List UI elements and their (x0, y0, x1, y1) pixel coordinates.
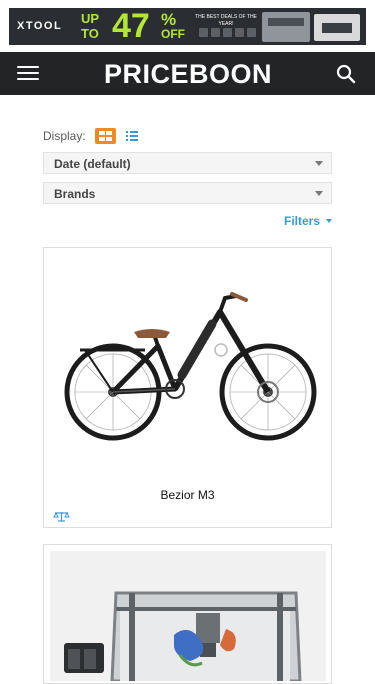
ad-product-image-2 (314, 14, 360, 41)
ad-banner-container: XTOOL UP TO 47 % OFF THE BEST DEALS OF T… (0, 0, 375, 52)
ad-tagline: THE BEST DEALS OF THE YEAR! (195, 14, 257, 27)
grid-view-icon[interactable] (94, 128, 116, 144)
display-label: Display: (43, 129, 86, 143)
caret-down-icon (326, 219, 332, 223)
ad-product-image (262, 12, 310, 42)
scale-compare-icon[interactable] (53, 511, 70, 522)
site-header: PRICEBOON (0, 52, 375, 95)
ad-banner[interactable]: XTOOL UP TO 47 % OFF THE BEST DEALS OF T… (9, 8, 366, 45)
brands-select[interactable]: Brands (43, 182, 332, 204)
ad-brand: XTOOL (17, 20, 63, 32)
product-card[interactable]: Bezior M3 (43, 247, 332, 528)
sort-select[interactable]: Date (default) (43, 152, 332, 174)
sort-select-value: Date (default) (54, 157, 131, 171)
product-image-laser-engraver[interactable] (50, 551, 326, 681)
ad-percent: 47 (112, 8, 150, 45)
brands-select-value: Brands (54, 187, 96, 201)
filters-toggle[interactable]: Filters (284, 214, 332, 228)
list-view-icon[interactable] (125, 130, 138, 142)
ad-upto: UP TO (81, 11, 99, 41)
filters-label: Filters (283, 214, 320, 228)
chevron-down-icon (315, 191, 323, 196)
search-icon[interactable] (336, 64, 356, 84)
product-title[interactable]: Bezior M3 (44, 488, 331, 502)
product-card[interactable] (43, 544, 332, 684)
ad-thumbnails (199, 28, 256, 37)
product-image-ebike[interactable] (50, 254, 325, 484)
display-row: Display: (43, 127, 138, 145)
chevron-down-icon (315, 161, 323, 166)
site-logo[interactable]: PRICEBOON (98, 58, 278, 90)
ad-off: OFF (161, 27, 185, 41)
hamburger-menu-icon[interactable] (17, 66, 39, 80)
